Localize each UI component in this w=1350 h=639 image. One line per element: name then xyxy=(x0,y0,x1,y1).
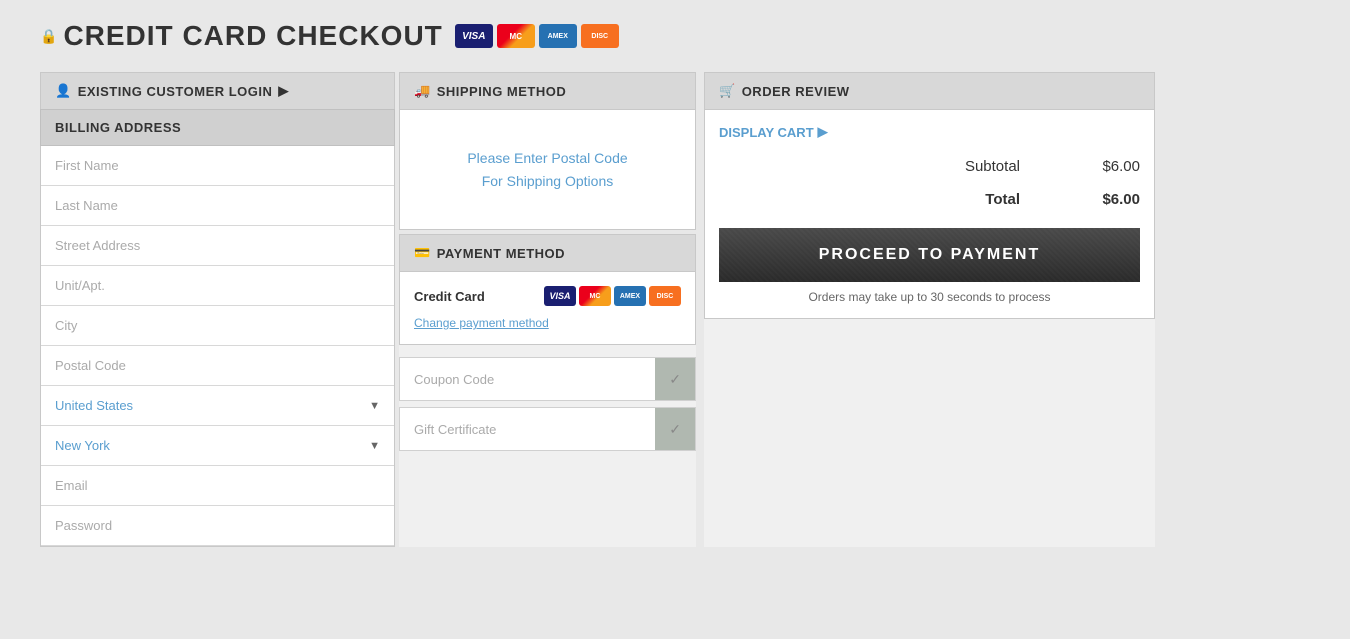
total-label: Total xyxy=(985,191,1020,208)
shipping-label: SHIPPING METHOD xyxy=(437,84,567,99)
payment-visa-icon: VISA xyxy=(544,286,576,306)
postal-code-field[interactable] xyxy=(41,346,394,386)
gift-certificate-input[interactable] xyxy=(400,411,655,448)
unit-apt-field[interactable] xyxy=(41,266,394,306)
credit-card-icon: 💳 xyxy=(414,245,431,261)
credit-card-label: Credit Card xyxy=(414,289,485,304)
coupon-submit-button[interactable]: ✓ xyxy=(655,358,695,400)
shipping-message: Please Enter Postal Code For Shipping Op… xyxy=(467,147,627,192)
proceed-button-label: PROCEED TO PAYMENT xyxy=(819,246,1041,263)
order-review-header: 🛒 ORDER REVIEW xyxy=(704,72,1155,110)
change-payment-link[interactable]: Change payment method xyxy=(414,314,681,330)
total-value: $6.00 xyxy=(1080,191,1140,208)
coupon-section: ✓ ✓ xyxy=(399,357,696,451)
payment-header: 💳 PAYMENT METHOD xyxy=(399,234,696,272)
page-header: 🔒 CREDIT CARD CHECKOUT VISA MC AMEX DISC xyxy=(40,20,1310,52)
first-name-input[interactable] xyxy=(41,146,394,185)
mastercard-icon: MC xyxy=(497,24,535,48)
main-grid: 👤 EXISTING CUSTOMER LOGIN ▶ BILLING ADDR… xyxy=(40,72,1310,547)
country-select[interactable]: United States xyxy=(41,386,394,425)
page-title: CREDIT CARD CHECKOUT xyxy=(63,20,442,52)
payment-mc-icon: MC xyxy=(579,286,611,306)
payment-method-box: Credit Card VISA MC AMEX DISC Change pay… xyxy=(399,272,696,345)
arrow-icon: ▶ xyxy=(278,83,289,99)
postal-code-input[interactable] xyxy=(41,346,394,385)
display-cart-label[interactable]: DISPLAY CART xyxy=(719,125,814,140)
email-field[interactable] xyxy=(41,466,394,506)
last-name-input[interactable] xyxy=(41,186,394,225)
payment-disc-icon: DISC xyxy=(649,286,681,306)
subtotal-row: Subtotal $6.00 xyxy=(719,154,1140,179)
payment-card-icons: VISA MC AMEX DISC xyxy=(544,286,681,306)
street-address-field[interactable] xyxy=(41,226,394,266)
truck-icon: 🚚 xyxy=(414,83,431,99)
payment-amex-icon: AMEX xyxy=(614,286,646,306)
lock-icon: 🔒 xyxy=(40,28,57,45)
shipping-message-box: Please Enter Postal Code For Shipping Op… xyxy=(399,110,696,230)
billing-form: United States ▼ New York ▼ xyxy=(40,146,395,547)
proceed-to-payment-button[interactable]: PROCEED TO PAYMENT xyxy=(719,228,1140,282)
total-row: Total $6.00 xyxy=(719,187,1140,212)
coupon-row: ✓ xyxy=(399,357,696,401)
shipping-message-line1: Please Enter Postal Code xyxy=(467,150,627,166)
coupon-input[interactable] xyxy=(400,361,655,398)
shipping-header: 🚚 SHIPPING METHOD xyxy=(399,72,696,110)
country-field[interactable]: United States ▼ xyxy=(41,386,394,426)
order-review-box: DISPLAY CART ▶ Subtotal $6.00 Total $6.0… xyxy=(704,110,1155,319)
state-field[interactable]: New York ▼ xyxy=(41,426,394,466)
unit-apt-input[interactable] xyxy=(41,266,394,305)
gift-check-icon: ✓ xyxy=(669,421,681,438)
process-notice: Orders may take up to 30 seconds to proc… xyxy=(719,290,1140,304)
city-field[interactable] xyxy=(41,306,394,346)
gift-submit-button[interactable]: ✓ xyxy=(655,408,695,450)
subtotal-label: Subtotal xyxy=(965,158,1020,175)
order-review-column: 🛒 ORDER REVIEW DISPLAY CART ▶ Subtotal $… xyxy=(700,72,1155,547)
email-input[interactable] xyxy=(41,466,394,505)
cart-icon: 🛒 xyxy=(719,83,736,99)
password-field[interactable] xyxy=(41,506,394,546)
shipping-message-line2: For Shipping Options xyxy=(482,173,614,189)
change-payment-label[interactable]: Change payment method xyxy=(414,316,549,330)
password-input[interactable] xyxy=(41,506,394,545)
user-icon: 👤 xyxy=(55,83,72,99)
street-address-input[interactable] xyxy=(41,226,394,265)
billing-column: 👤 EXISTING CUSTOMER LOGIN ▶ BILLING ADDR… xyxy=(40,72,395,547)
gift-row: ✓ xyxy=(399,407,696,451)
last-name-field[interactable] xyxy=(41,186,394,226)
city-input[interactable] xyxy=(41,306,394,345)
billing-address-header: BILLING ADDRESS xyxy=(40,109,395,146)
middle-column: 🚚 SHIPPING METHOD Please Enter Postal Co… xyxy=(395,72,700,547)
state-select[interactable]: New York xyxy=(41,426,394,465)
payment-label: PAYMENT METHOD xyxy=(437,246,565,261)
order-totals: Subtotal $6.00 Total $6.00 xyxy=(719,154,1140,212)
discover-icon: DISC xyxy=(581,24,619,48)
first-name-field[interactable] xyxy=(41,146,394,186)
billing-address-label: BILLING ADDRESS xyxy=(55,120,181,135)
order-review-label: ORDER REVIEW xyxy=(742,84,850,99)
header-card-icons: VISA MC AMEX DISC xyxy=(455,24,619,48)
payment-method-row: Credit Card VISA MC AMEX DISC xyxy=(414,286,681,306)
display-cart-arrow-icon: ▶ xyxy=(818,124,828,140)
existing-customer-header[interactable]: 👤 EXISTING CUSTOMER LOGIN ▶ xyxy=(40,72,395,109)
display-cart-link[interactable]: DISPLAY CART ▶ xyxy=(719,124,1140,140)
coupon-check-icon: ✓ xyxy=(669,371,681,388)
existing-customer-label: EXISTING CUSTOMER LOGIN xyxy=(78,84,273,99)
subtotal-value: $6.00 xyxy=(1080,158,1140,175)
visa-icon: VISA xyxy=(455,24,493,48)
amex-icon: AMEX xyxy=(539,24,577,48)
